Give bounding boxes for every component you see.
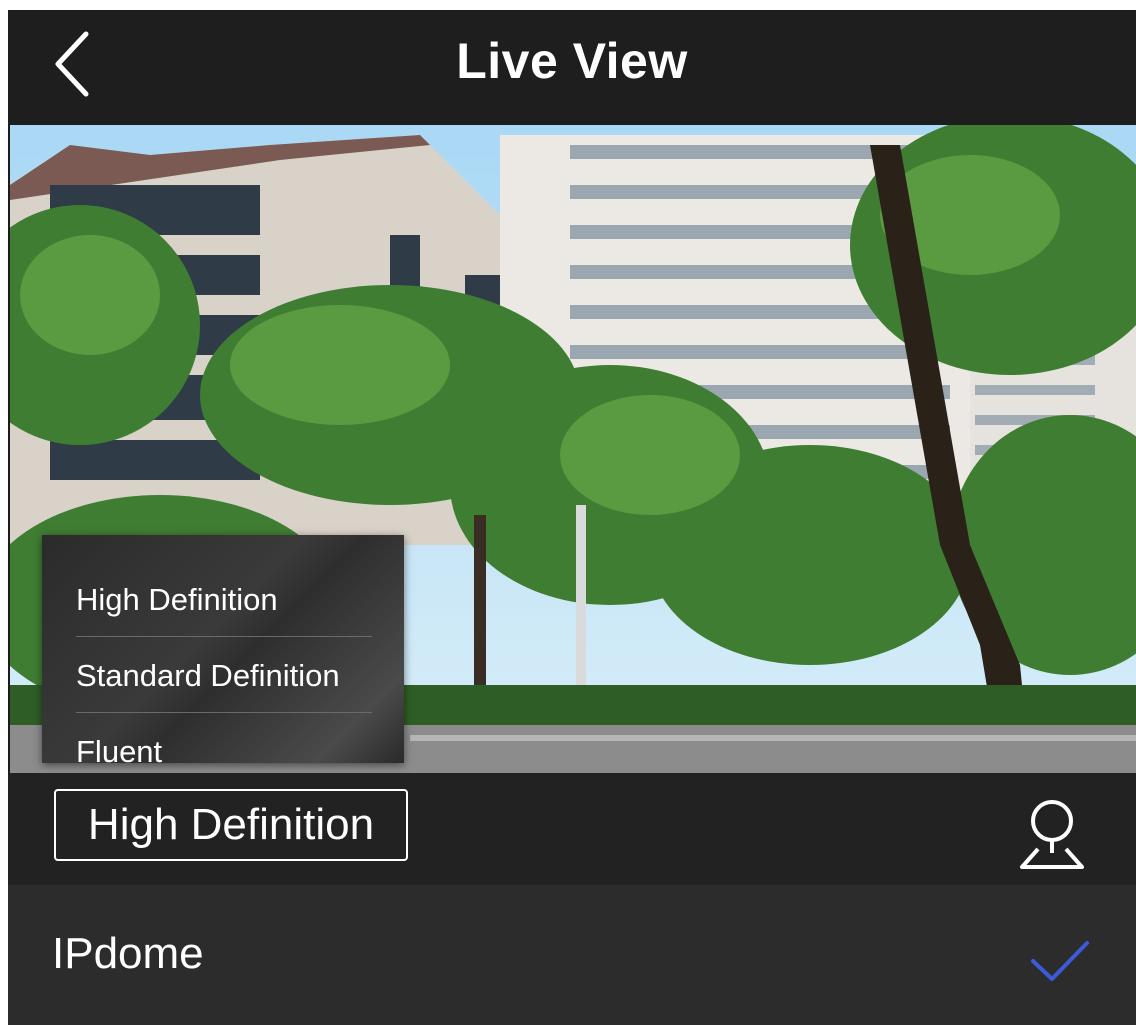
menu-item-high-definition[interactable]: High Definition (76, 562, 372, 638)
menu-item-fluent[interactable]: Fluent (76, 714, 372, 769)
header-bar: Live View (8, 10, 1136, 125)
device-name: IPdome (52, 929, 204, 978)
live-view-screen: Live View High Definition Standard Defin… (8, 10, 1136, 1025)
menu-divider (76, 636, 372, 637)
checkmark-icon (1031, 941, 1089, 981)
page-title: Live View (456, 33, 688, 89)
control-bar: High Definition (8, 773, 1136, 885)
quality-selector-button[interactable]: High Definition (54, 789, 408, 861)
quality-menu: High Definition Standard Definition Flue… (42, 535, 404, 769)
menu-divider (76, 712, 372, 713)
camera-select-button[interactable] (1018, 797, 1086, 873)
menu-item-standard-definition[interactable]: Standard Definition (76, 638, 372, 714)
device-list-item[interactable]: IPdome (8, 885, 1136, 1025)
dome-camera-icon (1020, 800, 1084, 869)
